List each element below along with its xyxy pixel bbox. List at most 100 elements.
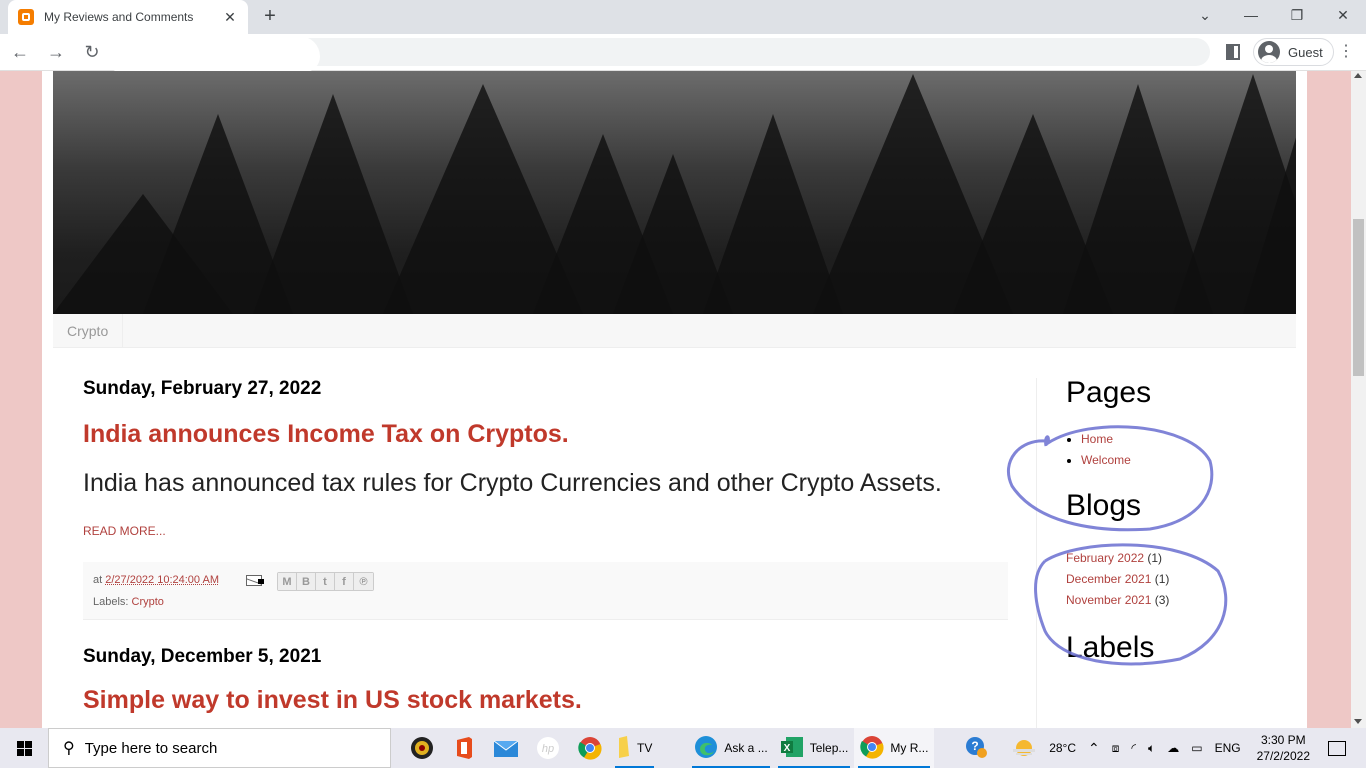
header-image-forest	[53, 71, 1296, 314]
pages-list: Home Welcome	[1066, 432, 1266, 467]
help-icon[interactable]: ?	[965, 736, 988, 761]
archive-link[interactable]: November 2021	[1066, 593, 1151, 607]
twitter-share-icon[interactable]: t	[316, 573, 335, 590]
label-link-crypto[interactable]: Crypto	[132, 596, 164, 608]
sidebar-divider	[1036, 378, 1037, 728]
browser-toolbar: ← → ↻ Guest ⋮	[0, 34, 1366, 72]
menu-icon[interactable]: ⋮	[1338, 42, 1354, 62]
pages-list-item: Home	[1081, 432, 1266, 446]
post-title[interactable]: Simple way to invest in US stock markets…	[83, 686, 1008, 715]
archive-item: December 2021 (1)	[1066, 572, 1266, 586]
restore-button[interactable]: ❐	[1274, 0, 1320, 30]
read-more-link[interactable]: READ MORE...	[83, 524, 166, 538]
taskbar-app-excel[interactable]: X Telep...	[774, 728, 855, 768]
onedrive-icon[interactable]: ☁︎	[1167, 741, 1179, 755]
labels-widget-title: Labels	[1066, 631, 1155, 664]
scroll-up-arrow-icon[interactable]	[1354, 73, 1362, 78]
language-indicator[interactable]: ENG	[1215, 741, 1241, 755]
archive-item: February 2022 (1)	[1066, 551, 1266, 565]
reload-button[interactable]: ↻	[76, 36, 108, 68]
page-scrollbar[interactable]	[1351, 71, 1366, 728]
taskbar-app-label: TV	[637, 741, 653, 755]
svg-text:X: X	[783, 743, 790, 754]
scroll-down-arrow-icon[interactable]	[1354, 719, 1362, 724]
email-post-icon[interactable]	[246, 575, 264, 586]
page-viewport: Crypto Sunday, February 27, 2022 India a…	[0, 71, 1351, 728]
side-panel-icon[interactable]	[1226, 44, 1240, 60]
post-snippet: India has announced tax rules for Crypto…	[83, 469, 942, 497]
edge-icon	[694, 735, 718, 762]
archive-item: November 2021 (3)	[1066, 593, 1266, 607]
scrollbar-thumb[interactable]	[1353, 219, 1364, 376]
page-tabs-bar: Crypto	[53, 314, 1296, 348]
post-timestamp-link[interactable]: 2/27/2022 10:24:00 AM	[105, 574, 219, 586]
close-tab-icon[interactable]: ✕	[222, 9, 238, 26]
blogger-favicon-icon	[18, 9, 34, 25]
forward-button[interactable]: →	[40, 36, 72, 68]
page-link-home[interactable]: Home	[1081, 432, 1113, 446]
chrome-icon[interactable]	[569, 728, 611, 768]
blogs-widget-title: Blogs	[1066, 489, 1142, 522]
archive-link[interactable]: February 2022	[1066, 551, 1144, 565]
archive-link[interactable]: December 2021	[1066, 572, 1151, 586]
minimize-button[interactable]: —	[1228, 0, 1274, 30]
redacted-url	[110, 36, 320, 72]
weather-icon[interactable]	[1011, 737, 1037, 760]
taskbar-app-label: Ask a ...	[724, 741, 768, 755]
show-hidden-icons-chevron-icon[interactable]: ⌃	[1088, 740, 1100, 757]
windows-taskbar: ⚲ Type here to search hp TV Ask a ... X …	[0, 728, 1366, 768]
search-placeholder: Type here to search	[84, 739, 218, 757]
blog-content: Crypto Sunday, February 27, 2022 India a…	[42, 71, 1307, 728]
svg-text:hp: hp	[542, 743, 554, 755]
pages-list-item: Welcome	[1081, 453, 1266, 467]
chrome-icon	[860, 735, 884, 762]
post-title[interactable]: India announces Income Tax on Cryptos.	[83, 420, 1008, 449]
profile-label: Guest	[1288, 44, 1323, 60]
close-window-button[interactable]: ✕	[1320, 0, 1366, 30]
tab-title: My Reviews and Comments	[44, 10, 194, 24]
start-button[interactable]	[0, 728, 48, 768]
notifications-icon[interactable]	[1328, 740, 1346, 756]
back-button[interactable]: ←	[4, 36, 36, 68]
taskbar-app-tv[interactable]: TV	[611, 728, 658, 768]
archive-count: (3)	[1154, 593, 1170, 607]
facebook-share-icon[interactable]: f	[335, 573, 354, 590]
browser-tab[interactable]: My Reviews and Comments ✕	[8, 0, 248, 34]
page-link-welcome[interactable]: Welcome	[1081, 453, 1131, 467]
posted-at-label: at	[93, 574, 106, 586]
avatar-icon	[1258, 41, 1280, 63]
pages-widget-title: Pages	[1066, 376, 1152, 409]
search-icon: ⚲	[63, 740, 75, 757]
office-icon[interactable]	[443, 728, 485, 768]
pinterest-share-icon[interactable]: ℗	[354, 573, 373, 590]
archive-count: (1)	[1147, 551, 1163, 565]
new-tab-button[interactable]: +	[260, 6, 280, 26]
wifi-icon[interactable]: ◜	[1131, 741, 1136, 755]
archive-count: (1)	[1154, 572, 1170, 586]
date-header: Sunday, February 27, 2022	[83, 378, 322, 399]
battery-icon[interactable]: ▭	[1191, 741, 1202, 755]
meet-now-icon[interactable]: ⧈	[1112, 741, 1120, 756]
profile-button[interactable]: Guest	[1253, 38, 1334, 66]
media-player-icon[interactable]	[401, 728, 443, 768]
windows-logo-icon	[16, 740, 32, 756]
weather-temperature[interactable]: 28°C	[1049, 741, 1076, 755]
taskbar-app-edge[interactable]: Ask a ...	[688, 728, 773, 768]
taskbar-app-label: Telep...	[809, 741, 849, 755]
window-controls: ⌄ — ❐ ✕	[1182, 0, 1366, 34]
email-share-icon[interactable]: M	[278, 573, 297, 590]
post-footer: at 2/27/2022 10:24:00 AM Labels: Crypto …	[83, 562, 1008, 620]
taskbar-app-label: My R...	[890, 741, 929, 755]
clock[interactable]: 3:30 PM 27/2/2022	[1257, 732, 1310, 764]
volume-icon[interactable]: 🔈︎	[1148, 741, 1155, 756]
folder-icon	[617, 735, 631, 761]
tab-search-dropdown-icon[interactable]: ⌄	[1182, 0, 1228, 30]
blogger-share-icon[interactable]: B	[297, 573, 316, 590]
clock-date: 27/2/2022	[1256, 749, 1310, 763]
taskbar-app-chrome-active[interactable]: My R...	[854, 728, 935, 768]
page-tab-crypto[interactable]: Crypto	[53, 314, 124, 348]
mail-icon[interactable]	[485, 728, 527, 768]
taskbar-search-input[interactable]: ⚲ Type here to search	[48, 728, 391, 768]
date-header: Sunday, December 5, 2021	[83, 646, 322, 667]
hp-icon[interactable]: hp	[527, 728, 569, 768]
